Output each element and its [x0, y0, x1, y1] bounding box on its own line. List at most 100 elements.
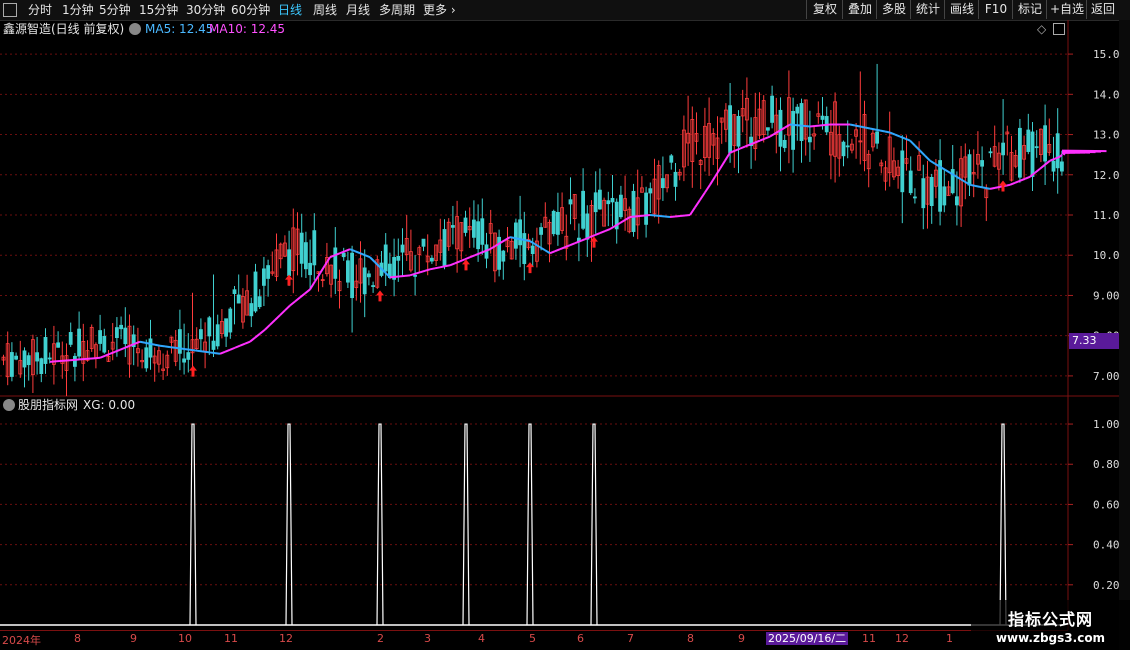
candlestick-chart[interactable]: 15.0014.0013.0012.0011.0010.009.008.007.…: [0, 0, 1130, 650]
period-tab-10[interactable]: 更多 ›: [423, 2, 456, 18]
ma-line-segment: [429, 267, 436, 271]
candle-body: [5, 343, 10, 378]
ma-line-segment: [249, 336, 256, 343]
period-tab-6[interactable]: 日线: [278, 2, 302, 18]
ma-line-segment: [754, 139, 761, 144]
period-tab-2[interactable]: 5分钟: [99, 2, 131, 18]
candle-body: [417, 247, 422, 255]
toolbar-grid-icon[interactable]: [3, 3, 17, 17]
candle-body: [871, 132, 875, 148]
candle-body: [186, 352, 191, 360]
candle-body: [291, 227, 296, 272]
candle-body: [904, 158, 909, 164]
candle-body: [728, 105, 732, 154]
period-tab-4[interactable]: 30分钟: [186, 2, 225, 18]
candle-body: [148, 338, 153, 358]
candle-body: [140, 360, 145, 363]
candle-body: [224, 318, 229, 337]
toolbar-button-3[interactable]: 统计: [910, 0, 945, 19]
ma-line-segment: [889, 131, 896, 136]
candle-body: [568, 199, 573, 205]
candle-body: [971, 172, 976, 175]
ma-line-segment: [764, 135, 771, 140]
candle-body: [442, 229, 447, 267]
candle-body: [950, 169, 955, 194]
indicator-settings-icon[interactable]: [3, 399, 15, 411]
toolbar-button-8[interactable]: 返回: [1086, 0, 1119, 19]
period-tab-5[interactable]: 60分钟: [231, 2, 270, 18]
diamond-icon[interactable]: ◇: [1037, 20, 1046, 38]
ma-line-segment: [739, 145, 746, 150]
ma-line-segment: [564, 244, 571, 249]
period-tab-0[interactable]: 分时: [28, 2, 52, 18]
candle-body: [480, 218, 485, 245]
candle-body: [980, 160, 984, 167]
candle-body: [892, 160, 896, 178]
ma-line-segment: [374, 261, 381, 269]
ma-line-segment: [679, 214, 686, 218]
ma-line-segment: [969, 183, 976, 187]
candle-body: [988, 151, 993, 154]
candle-body: [631, 190, 636, 232]
candle-body: [732, 114, 737, 146]
toolbar-button-7[interactable]: +自选: [1046, 0, 1087, 19]
ma-line-segment: [119, 346, 126, 351]
candle-body: [829, 131, 833, 156]
toolbar-button-1[interactable]: 叠加: [842, 0, 877, 19]
ma-line-segment: [149, 342, 156, 346]
period-tab-1[interactable]: 1分钟: [62, 2, 94, 18]
ma-line-segment: [924, 154, 931, 162]
toolbar-button-4[interactable]: 画线: [944, 0, 979, 19]
ma-line-segment: [314, 272, 321, 282]
ma-line-segment: [324, 256, 331, 266]
ma-line-segment: [224, 348, 231, 353]
candle-body: [543, 216, 548, 228]
ma-line-segment: [124, 344, 131, 349]
date-tick: 2024年: [2, 634, 41, 647]
ma-line-segment: [499, 239, 506, 245]
close-icon[interactable]: [1053, 23, 1065, 35]
candle-body: [887, 136, 892, 174]
toolbar-button-5[interactable]: F10: [978, 0, 1013, 19]
period-tab-8[interactable]: 月线: [346, 2, 370, 18]
date-tick: 12: [279, 632, 293, 645]
period-tab-9[interactable]: 多周期: [379, 2, 415, 18]
candle-body: [73, 355, 77, 367]
candle-body: [249, 303, 254, 317]
toolbar-button-6[interactable]: 标记: [1012, 0, 1047, 19]
ma-line-segment: [1061, 150, 1102, 153]
settings-icon[interactable]: [129, 23, 141, 35]
sub-y-tick-label: 0.40: [1093, 539, 1120, 552]
ma-line-segment: [1061, 149, 1107, 153]
xg-signal-spike: [999, 423, 1007, 626]
ma-line-segment: [284, 304, 291, 312]
candle-body: [22, 350, 27, 368]
candle-body: [1043, 125, 1047, 162]
candle-body: [131, 334, 136, 348]
xg-value: XG: 0.00: [83, 398, 136, 412]
ma-line-segment: [299, 292, 306, 299]
toolbar-button-0[interactable]: 复权: [806, 0, 843, 19]
candle-body: [278, 243, 283, 260]
ma-line-segment: [649, 214, 656, 217]
candle-body: [484, 244, 489, 259]
candle-body: [1009, 152, 1014, 181]
period-tab-7[interactable]: 周线: [313, 2, 337, 18]
ma-line-segment: [1004, 183, 1011, 187]
candle-body: [921, 178, 926, 209]
date-tick: 12: [895, 632, 909, 645]
candle-body: [94, 344, 98, 359]
candle-body: [455, 216, 460, 250]
candle-body: [719, 117, 724, 123]
ma-line-segment: [914, 144, 921, 152]
toolbar-button-2[interactable]: 多股: [876, 0, 911, 19]
candle-body: [1039, 128, 1043, 156]
candle-body: [1013, 155, 1018, 167]
ma-line-segment: [364, 254, 371, 259]
ma-line-segment: [459, 258, 466, 263]
period-tab-3[interactable]: 15分钟: [139, 2, 178, 18]
candle-body: [644, 192, 648, 225]
ma-line-segment: [599, 230, 606, 235]
candle-body: [488, 223, 493, 234]
candle-body: [497, 236, 502, 270]
